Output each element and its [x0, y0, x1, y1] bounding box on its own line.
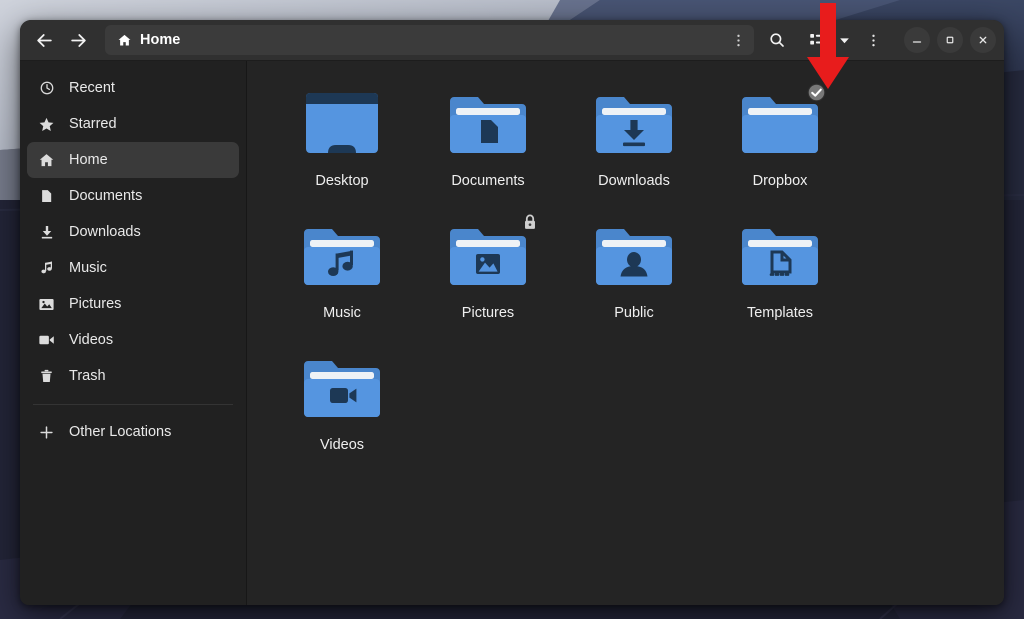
- maximize-icon: [946, 36, 954, 44]
- sidebar-item-label: Recent: [69, 80, 115, 96]
- folder-videos-icon: [294, 353, 390, 431]
- arrow-right-icon: [70, 33, 86, 47]
- file-grid: Desktop Documents Downloads Dropbox Musi…: [269, 83, 984, 479]
- folder-pictures-icon: [440, 214, 536, 299]
- forward-button[interactable]: [62, 25, 94, 55]
- sidebar-item-label: Starred: [69, 116, 117, 132]
- folder-public-icon: [586, 221, 682, 299]
- sidebar-item-label: Pictures: [69, 296, 122, 312]
- document-icon: [38, 188, 55, 205]
- sidebar-item-documents[interactable]: Documents: [27, 178, 239, 214]
- file-item-documents[interactable]: Documents: [415, 83, 561, 215]
- file-item-videos[interactable]: Videos: [269, 347, 415, 479]
- sidebar-item-starred[interactable]: Starred: [27, 106, 239, 142]
- list-view-button[interactable]: [801, 25, 833, 55]
- folder-downloads-icon: [586, 89, 682, 167]
- folder-dropbox-icon: [732, 83, 828, 167]
- sidebar-item-label: Downloads: [69, 224, 141, 240]
- file-item-label: Music: [323, 305, 361, 321]
- file-item-label: Downloads: [598, 173, 670, 189]
- sidebar-item-music[interactable]: Music: [27, 250, 239, 286]
- breadcrumb-home[interactable]: Home: [105, 25, 190, 55]
- home-icon: [118, 34, 131, 45]
- video-icon: [38, 332, 55, 349]
- close-icon: [979, 36, 987, 44]
- sidebar-separator: [33, 404, 233, 405]
- file-item-label: Documents: [451, 173, 525, 189]
- sidebar-item-label: Videos: [69, 332, 114, 348]
- sidebar-item-trash[interactable]: Trash: [27, 358, 239, 394]
- file-item-downloads[interactable]: Downloads: [561, 83, 707, 215]
- window-body: Recent Starred Home Documents Downloads …: [20, 61, 1004, 605]
- file-item-label: Dropbox: [752, 173, 808, 189]
- sidebar-item-label: Other Locations: [69, 424, 172, 440]
- back-button[interactable]: [28, 25, 60, 55]
- image-icon: [38, 296, 55, 313]
- clock-icon: [38, 80, 55, 97]
- sidebar-item-label: Home: [69, 152, 108, 168]
- sidebar-item-other-locations[interactable]: Other Locations: [27, 414, 239, 450]
- file-item-pictures[interactable]: Pictures: [415, 214, 561, 347]
- music-note-icon: [38, 260, 55, 277]
- minimize-icon: [912, 41, 922, 43]
- home-icon: [38, 152, 55, 169]
- view-toggle-group: [801, 25, 855, 55]
- minimize-button[interactable]: [904, 27, 930, 53]
- path-menu-button[interactable]: [724, 25, 752, 55]
- view-options-dropdown[interactable]: [833, 25, 855, 55]
- arrow-left-icon: [36, 33, 52, 47]
- sidebar-item-label: Trash: [69, 368, 106, 384]
- file-grid-area[interactable]: Desktop Documents Downloads Dropbox Musi…: [247, 61, 1004, 605]
- file-item-label: Templates: [746, 305, 814, 321]
- file-item-dropbox[interactable]: Dropbox: [707, 83, 853, 215]
- sidebar-item-downloads[interactable]: Downloads: [27, 214, 239, 250]
- file-item-music[interactable]: Music: [269, 215, 415, 347]
- star-icon: [38, 116, 55, 133]
- file-item-label: Pictures: [461, 305, 515, 321]
- check-badge-icon: [807, 83, 826, 102]
- path-bar: Home: [105, 25, 754, 55]
- close-button[interactable]: [970, 27, 996, 53]
- chevron-down-icon: [839, 37, 849, 43]
- sidebar-item-videos[interactable]: Videos: [27, 322, 239, 358]
- file-item-label: Videos: [319, 437, 365, 453]
- file-item-templates[interactable]: Templates: [707, 215, 853, 347]
- download-icon: [38, 224, 55, 241]
- folder-templates-icon: [732, 221, 828, 299]
- kebab-menu-icon: [736, 34, 740, 46]
- file-item-public[interactable]: Public: [561, 215, 707, 347]
- sidebar-item-home[interactable]: Home: [27, 142, 239, 178]
- file-manager-window: Home Recent Starred Home Documents Downl…: [20, 20, 1004, 605]
- folder-music-icon: [294, 221, 390, 299]
- file-item-label: Public: [614, 305, 654, 321]
- search-icon: [770, 33, 784, 47]
- window-header-bar: Home: [20, 20, 1004, 61]
- sidebar-item-pictures[interactable]: Pictures: [27, 286, 239, 322]
- sidebar-item-label: Music: [69, 260, 107, 276]
- trash-icon: [38, 368, 55, 385]
- sidebar-item-recent[interactable]: Recent: [27, 70, 239, 106]
- sidebar-item-label: Documents: [69, 188, 143, 204]
- folder-documents-icon: [440, 89, 536, 167]
- file-item-desktop[interactable]: Desktop: [269, 83, 415, 215]
- folder-desktop-icon: [294, 89, 390, 167]
- plus-icon: [38, 424, 55, 441]
- main-menu-button[interactable]: [857, 25, 889, 55]
- window-controls: [897, 27, 996, 53]
- search-button[interactable]: [761, 25, 793, 55]
- list-view-icon: [810, 34, 824, 45]
- maximize-button[interactable]: [937, 27, 963, 53]
- sidebar: Recent Starred Home Documents Downloads …: [20, 61, 247, 605]
- file-item-label: Desktop: [315, 173, 369, 189]
- breadcrumb-label: Home: [140, 32, 181, 48]
- lock-badge-icon: [522, 213, 538, 231]
- kebab-menu-icon: [871, 34, 875, 46]
